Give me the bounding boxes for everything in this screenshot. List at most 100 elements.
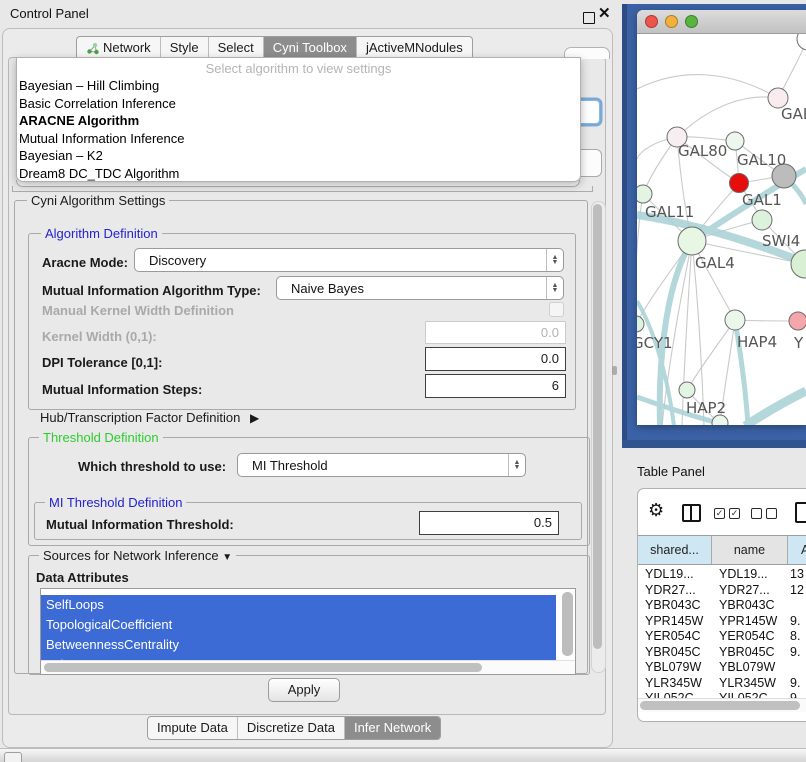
network-node-y[interactable] [789,312,806,330]
tab-impute-data[interactable]: Impute Data [148,717,237,739]
attribute-item-selfloops[interactable]: SelfLoops [41,595,556,615]
new-table-icon[interactable] [795,502,806,523]
table-row[interactable]: YBR043CYBR043C [638,598,806,614]
table-cell: 9 [788,691,806,698]
table-cell: 9. [788,645,806,661]
panel-title: Control Panel [10,6,89,21]
tab-label: Impute Data [157,717,228,739]
settings-scrollbar[interactable] [591,201,606,673]
table-row[interactable]: YPR145WYPR145W9. [638,614,806,630]
hub-section-toggle[interactable]: Hub/Transcription Factor Definition ▶ [40,410,259,425]
mi-algorithm-type-select[interactable]: Naive Bayes ▲▼ [276,276,564,300]
node-label: GCY1 [637,334,673,352]
sources-group-title[interactable]: Sources for Network Inference ▼ [39,548,236,563]
algorithm-option-basic-correlation-inference[interactable]: Basic Correlation Inference [17,95,580,113]
column-header-a[interactable]: A [788,536,806,564]
zoom-traffic-light[interactable] [685,15,698,28]
node-label: GAL10 [737,151,786,169]
minimize-traffic-light[interactable] [665,15,678,28]
aracne-mode-select[interactable]: Discovery ▲▼ [134,248,564,272]
manual-kernel-checkbox[interactable] [549,302,564,317]
table-cell: YIL052C [712,691,788,698]
network-node-gal1[interactable] [730,174,749,193]
deselect-all-checks-icon[interactable] [751,508,777,519]
network-window-titlebar[interactable] [637,10,806,34]
tab-infer-network[interactable]: Infer Network [344,717,440,739]
table-hscrollbar[interactable] [638,698,806,712]
tab-network[interactable]: Network [77,37,160,59]
node-label: GAL11 [645,203,694,221]
settings-group-title: Cyni Algorithm Settings [27,193,169,208]
float-icon[interactable] [583,12,595,24]
kernel-width-field[interactable]: 0.0 [425,321,566,344]
attribute-item-betweennesscentrality[interactable]: BetweennessCentrality [41,635,556,655]
table-row[interactable]: YLR345WYLR345W9. [638,676,806,692]
table-row[interactable]: YDL19...YDL19...13 [638,567,806,583]
splitter-handle[interactable] [612,366,617,375]
which-threshold-select[interactable]: MI Threshold ▲▼ [237,453,526,477]
network-node-gal10[interactable] [726,132,744,150]
table-row[interactable]: YBL079WYBL079W [638,660,806,676]
data-attributes-list[interactable]: SelfLoopsTopologicalCoefficientBetweenne… [40,588,576,675]
column-header-shared[interactable]: shared... [638,536,712,564]
network-node-hap2[interactable] [679,382,695,398]
tab-jactivemnodules[interactable]: jActiveMNodules [356,37,472,59]
tab-label: jActiveMNodules [366,37,463,59]
node-label: GAL80 [678,142,727,160]
apply-button[interactable]: Apply [268,678,340,702]
network-icon [86,42,99,55]
table-cell: 13 [788,567,806,583]
network-node-swi4[interactable] [752,210,772,230]
table-row[interactable]: YDR27...YDR27...12 [638,583,806,599]
algorithm-option-dream8-dc-tdc-algorithm[interactable]: Dream8 DC_TDC Algorithm [17,165,580,183]
mi-threshold-label: Mutual Information Threshold: [46,517,234,532]
node-label: HAP4 [737,333,777,351]
mi-algorithm-type-label: Mutual Information Algorithm Type: [42,283,261,298]
column-header-name[interactable]: name [712,536,788,564]
dpi-tolerance-field[interactable]: 0.0 [425,347,566,371]
bottom-left-widget[interactable] [4,752,22,762]
network-node-gal4[interactable] [678,227,706,255]
list-hscrollbar[interactable] [41,660,575,674]
list-vscrollbar[interactable] [562,592,573,656]
table-row[interactable]: YER054CYER054C8. [638,629,806,645]
tab-label: Style [170,37,199,59]
close-icon[interactable]: ✕ [598,4,611,22]
mi-threshold-definition-title: MI Threshold Definition [45,495,186,510]
table-panel-title: Table Panel [637,464,705,479]
table-cell: YBR043C [712,598,788,614]
threshold-definition-title: Threshold Definition [39,430,163,445]
algorithm-option-aracne-algorithm[interactable]: ARACNE Algorithm [17,112,580,130]
algorithm-option-bayesian-k2[interactable]: Bayesian – K2 [17,147,580,165]
mi-threshold-field[interactable]: 0.5 [419,511,559,535]
table-cell: YDR27... [712,583,788,599]
table-row[interactable]: YIL052CYIL052C9 [638,691,806,698]
table-panel: ⚙ ✓✓ shared...nameA YDL19...YDL19...13YD… [637,488,806,722]
node-label: GAL [781,105,806,123]
tab-discretize-data[interactable]: Discretize Data [237,717,344,739]
algorithm-option-bayesian-hill-climbing[interactable]: Bayesian – Hill Climbing [17,77,580,95]
network-canvas[interactable]: GALGAL80GAL10GAL1GAL11SWI4GAL4GCY1HAP4YH… [637,34,806,425]
network-node[interactable] [797,34,806,50]
tab-select[interactable]: Select [208,37,263,59]
select-all-checks-icon[interactable]: ✓✓ [714,508,740,519]
kernel-width-label: Kernel Width (0,1): [42,329,157,344]
close-traffic-light[interactable] [645,15,658,28]
network-node-hap4[interactable] [725,310,745,330]
attribute-item-topologicalcoefficient[interactable]: TopologicalCoefficient [41,615,556,635]
table-cell: YIL052C [638,691,712,698]
gear-icon[interactable]: ⚙ [648,500,664,521]
tab-style[interactable]: Style [160,37,208,59]
table-cell: 9. [788,614,806,630]
tab-cyni-toolbox[interactable]: Cyni Toolbox [263,37,356,59]
algorithm-option-mutual-information-inference[interactable]: Mutual Information Inference [17,130,580,148]
network-node-gal11[interactable] [637,185,652,203]
table-cell: YPR145W [712,614,788,630]
table-row[interactable]: YBR045CYBR045C9. [638,645,806,661]
desktop-edge [622,4,627,448]
hidden-group-bottom-fragment [12,186,593,192]
table-cell [788,598,806,614]
columns-icon[interactable] [682,504,701,522]
network-node-gcy1[interactable] [637,316,644,332]
mi-steps-field[interactable]: 6 [425,374,566,398]
